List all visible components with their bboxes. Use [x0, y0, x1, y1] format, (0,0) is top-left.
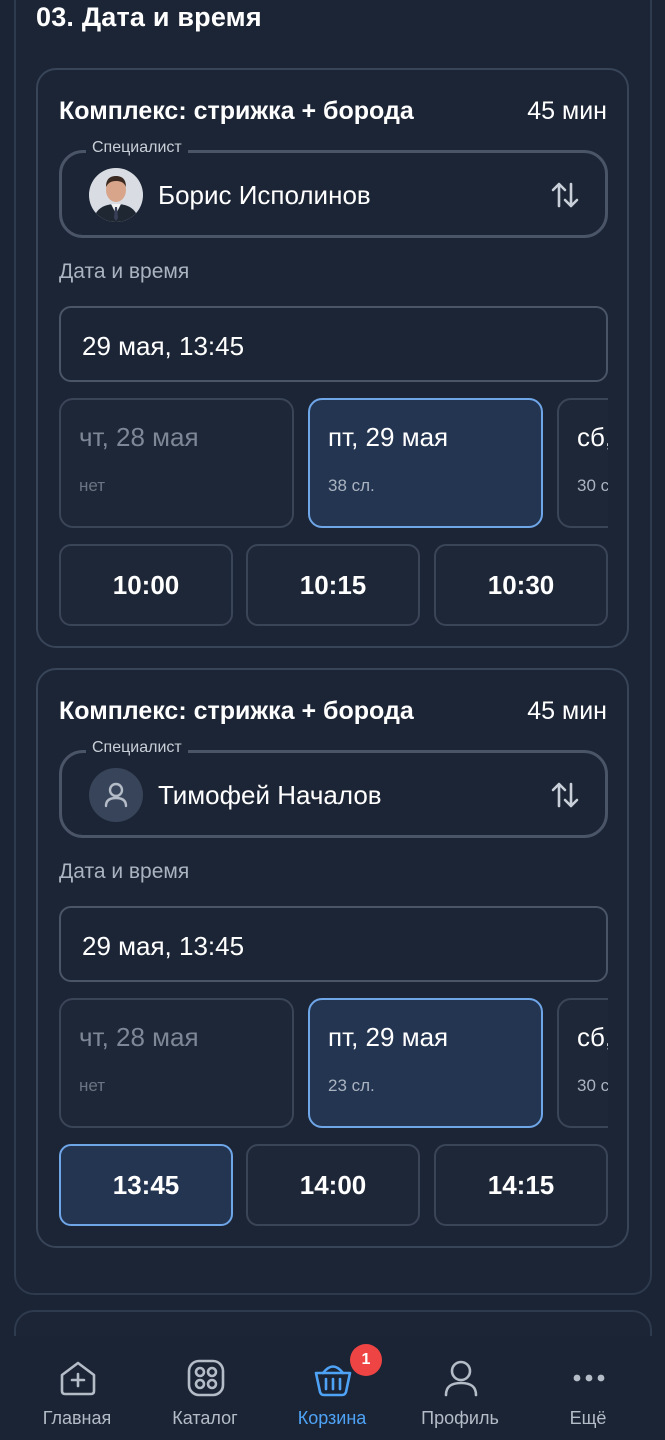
booking-screen: 03. Дата и время Комплекс: стрижка + бор…: [0, 0, 665, 1440]
day-slots: 23 сл.: [328, 1076, 375, 1095]
time-slot-button[interactable]: 14:15: [434, 1144, 608, 1226]
day-option-disabled: чт, 28 мая нет: [59, 998, 294, 1128]
service-card: Комплекс: стрижка + борода 45 мин Специа…: [36, 68, 629, 648]
service-card: Комплекс: стрижка + борода 45 мин Специа…: [36, 668, 629, 1248]
time-slot-button[interactable]: 14:00: [246, 1144, 420, 1226]
day-option-disabled: чт, 28 мая нет: [59, 398, 294, 528]
service-name: Комплекс: стрижка + борода: [59, 697, 414, 725]
time-slot-button[interactable]: 10:30: [434, 544, 608, 626]
time-slot-button[interactable]: 10:15: [246, 544, 420, 626]
day-option-selected[interactable]: пт, 29 мая 23 сл.: [308, 998, 543, 1128]
service-duration: 45 мин: [527, 97, 607, 125]
day-slots: 30 сл.: [577, 1076, 608, 1095]
service-name: Комплекс: стрижка + борода: [59, 97, 414, 125]
time-slots: 10:00 10:15 10:30: [59, 544, 608, 626]
day-picker[interactable]: чт, 28 мая нет пт, 29 мая 23 сл. сб, 30 …: [59, 998, 608, 1128]
day-slots: 38 сл.: [328, 476, 375, 495]
nav-item-home[interactable]: Главная: [13, 1336, 141, 1440]
time-slot-button[interactable]: 10:00: [59, 544, 233, 626]
day-slots: 30 сл.: [577, 476, 608, 495]
day-slots: нет: [79, 1076, 106, 1095]
day-slots: нет: [79, 476, 106, 495]
day-option-selected[interactable]: пт, 29 мая 38 сл.: [308, 398, 543, 528]
datetime-field[interactable]: 29 мая, 13:45: [59, 306, 608, 382]
day-name: сб, 30 мая: [577, 1022, 608, 1052]
section-title: 03. Дата и время: [36, 2, 262, 32]
swap-vertical-icon[interactable]: [549, 779, 581, 811]
nav-item-more[interactable]: Ещё: [524, 1336, 652, 1440]
user-placeholder-icon: [89, 768, 143, 822]
nav-item-catalog[interactable]: Каталог: [141, 1336, 269, 1440]
specialist-selector[interactable]: Специалист Тимофей Началов: [59, 739, 608, 838]
catalog-grid-icon: [187, 1359, 225, 1397]
swap-vertical-icon[interactable]: [549, 179, 581, 211]
day-name: пт, 29 мая: [328, 422, 449, 452]
nav-label: Корзина: [297, 1408, 367, 1428]
day-name: чт, 28 мая: [79, 1022, 199, 1052]
more-dots-icon: [573, 1374, 605, 1382]
nav-item-profile[interactable]: Профиль: [396, 1336, 524, 1440]
basket-icon: [314, 1365, 352, 1397]
nav-item-cart[interactable]: 1 Корзина: [268, 1336, 396, 1440]
cart-count-badge: 1: [350, 1344, 382, 1376]
nav-label: Ещё: [569, 1408, 607, 1428]
day-option[interactable]: сб, 30 мая 30 сл.: [557, 998, 608, 1128]
bottom-navigation: Главная Каталог 1 Корзина Профиль Ещё: [0, 1336, 665, 1440]
specialist-name: Борис Исполинов: [158, 180, 371, 210]
day-name: пт, 29 мая: [328, 1022, 449, 1052]
day-picker[interactable]: чт, 28 мая нет пт, 29 мая 38 сл. сб, 30 …: [59, 398, 608, 528]
profile-icon: [444, 1360, 478, 1397]
specialist-avatar: [89, 168, 143, 222]
specialist-label: Специалист: [86, 139, 188, 157]
day-name: чт, 28 мая: [79, 422, 199, 452]
specialist-label: Специалист: [86, 739, 188, 757]
time-slots: 13:45 14:00 14:15: [59, 1144, 608, 1226]
datetime-value: 29 мая, 13:45: [82, 331, 245, 361]
nav-label: Каталог: [172, 1408, 238, 1428]
home-plus-icon: [60, 1361, 96, 1396]
nav-label: Главная: [42, 1408, 112, 1428]
time-slot-button-selected[interactable]: 13:45: [59, 1144, 233, 1226]
day-option[interactable]: сб, 30 мая 30 сл.: [557, 398, 608, 528]
day-name: сб, 30 мая: [577, 422, 608, 452]
datetime-value: 29 мая, 13:45: [82, 931, 245, 961]
nav-label: Профиль: [421, 1408, 499, 1428]
datetime-field[interactable]: 29 мая, 13:45: [59, 906, 608, 982]
datetime-label: Дата и время: [59, 860, 190, 883]
specialist-name: Тимофей Началов: [158, 780, 382, 810]
datetime-label: Дата и время: [59, 260, 190, 283]
specialist-selector[interactable]: Специалист Борис Исполинов: [59, 139, 608, 238]
service-duration: 45 мин: [527, 697, 607, 725]
